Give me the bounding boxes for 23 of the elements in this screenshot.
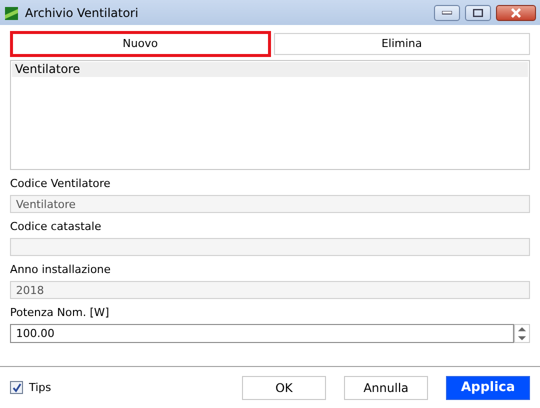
- app-icon: [4, 4, 20, 20]
- action-button[interactable]: Nuovo: [10, 30, 270, 56]
- field-label: Anno installazione: [10, 263, 111, 276]
- ok-button[interactable]: OK: [242, 376, 326, 400]
- maximize-button[interactable]: [465, 4, 491, 20]
- apply-button[interactable]: Applica: [446, 376, 530, 400]
- column-header[interactable]: Ventilatore: [12, 62, 528, 77]
- field-label: Potenza Nom. [W]: [10, 306, 110, 319]
- close-icon: [510, 8, 522, 18]
- minimize-icon: [442, 10, 452, 14]
- checkbox-label[interactable]: Tips: [29, 381, 52, 394]
- list-box[interactable]: Ventilatore: [10, 60, 530, 170]
- window-title: Archivio Ventilatori: [25, 6, 140, 20]
- spin-buttons[interactable]: [514, 324, 530, 343]
- checkbox[interactable]: [10, 381, 23, 394]
- close-button[interactable]: [496, 4, 536, 20]
- minimize-button[interactable]: [434, 4, 460, 20]
- maximize-icon: [473, 8, 483, 16]
- field-label: Codice catastale: [10, 220, 102, 233]
- input-field[interactable]: 100.00: [10, 324, 514, 343]
- action-button[interactable]: Elimina: [274, 32, 530, 54]
- field-label: Codice Ventilatore: [10, 177, 110, 190]
- cancel-button[interactable]: Annulla: [344, 376, 428, 400]
